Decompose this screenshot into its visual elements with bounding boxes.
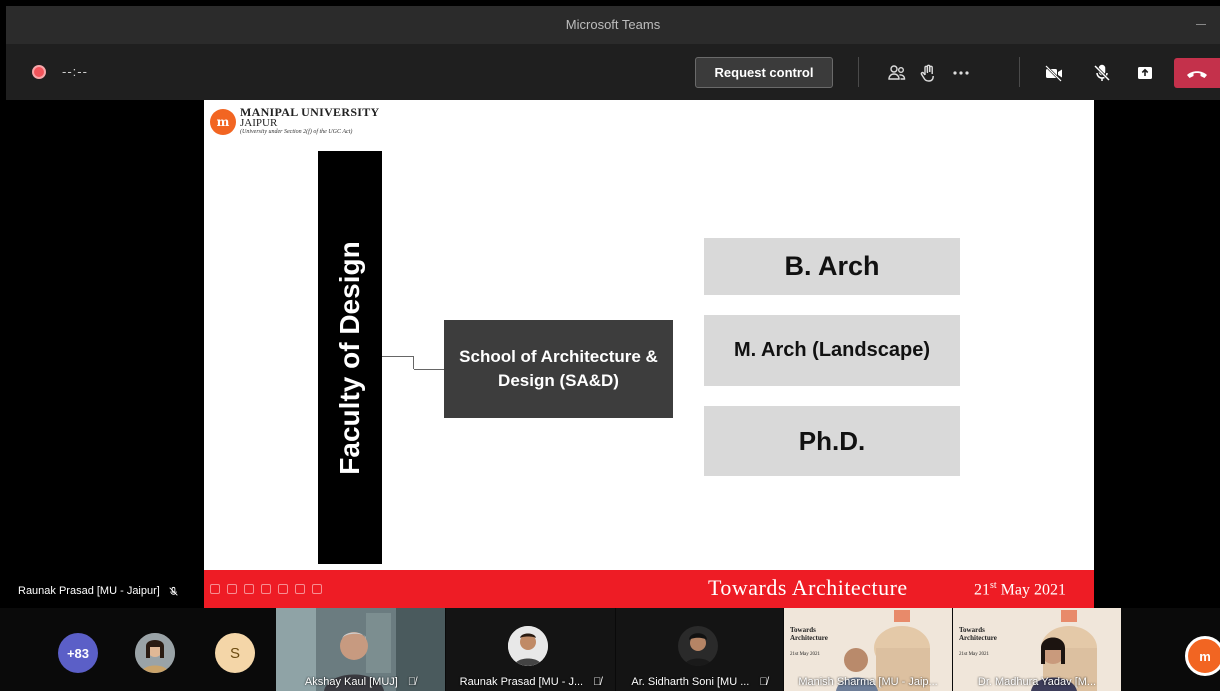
mic-off-icon: 🎙̸ xyxy=(407,676,417,688)
school-label: School of Architecture & Design (SA&D) xyxy=(459,347,658,390)
participant-name: Dr. Madhura Yadav [M... xyxy=(977,676,1097,688)
participant-name: Akshay Kaul [MUJ] 🎙̸ xyxy=(304,676,417,688)
faculty-bar: Faculty of Design xyxy=(318,151,382,564)
poster-date: 21st May 2021 xyxy=(959,652,989,657)
connector-line xyxy=(414,369,444,370)
more-participants-badge[interactable]: +83 xyxy=(58,633,98,673)
mic-off-icon: 🎙̸ xyxy=(759,676,768,688)
prev-slide-icon[interactable] xyxy=(210,584,220,594)
participant-avatar xyxy=(508,626,548,666)
faculty-label: Faculty of Design xyxy=(334,240,365,475)
participant-tile[interactable]: Ar. Sidharth Soni [MU ... 🎙̸ xyxy=(616,608,783,691)
program-box-march: M. Arch (Landscape) xyxy=(704,315,960,386)
participant-avatar-logo[interactable]: m xyxy=(1185,636,1220,676)
participant-tile[interactable]: Towards Architecture 21st May 2021 Manis… xyxy=(784,608,952,691)
participant-avatar[interactable] xyxy=(135,633,175,673)
footer-date-rest: May 2021 xyxy=(996,581,1066,599)
participant-tile[interactable]: Akshay Kaul [MUJ] 🎙̸ xyxy=(276,608,445,691)
zoom-icon[interactable] xyxy=(278,584,288,594)
poster-text: Towards Architecture xyxy=(959,626,997,642)
university-logo: m MANIPAL UNIVERSITY JAIPUR (University … xyxy=(210,104,380,138)
recording-icon xyxy=(32,65,46,79)
footer-date-day: 21 xyxy=(974,581,990,599)
hangup-button[interactable] xyxy=(1174,58,1220,88)
footer-date-suffix: st xyxy=(990,580,997,591)
meeting-controls: --:-- Request control xyxy=(6,44,1220,100)
connector-line xyxy=(382,356,414,369)
menu-icon[interactable] xyxy=(312,584,322,594)
university-emblem-icon: m xyxy=(210,109,236,135)
request-control-button[interactable]: Request control xyxy=(695,57,833,88)
shared-slide: m MANIPAL UNIVERSITY JAIPUR (University … xyxy=(204,100,1094,608)
hangup-icon xyxy=(1187,71,1207,78)
mic-off-icon: 🎙̸ xyxy=(593,676,602,688)
minimize-icon[interactable] xyxy=(1196,24,1206,25)
participant-tile[interactable]: Raunak Prasad [MU - J... 🎙̸ xyxy=(446,608,615,691)
title-bar: Microsoft Teams xyxy=(6,6,1220,44)
logo-line-2: JAIPUR xyxy=(240,117,278,129)
program-box-barch: B. Arch xyxy=(704,238,960,295)
poster-text: Towards Architecture xyxy=(790,626,828,642)
presenter-name-label: Raunak Prasad [MU - Jaipur] xyxy=(18,585,179,597)
participant-name: Ar. Sidharth Soni [MU ... 🎙̸ xyxy=(631,676,768,688)
mic-off-icon xyxy=(169,586,178,596)
participant-avatar xyxy=(678,626,718,666)
next-slide-icon[interactable] xyxy=(227,584,237,594)
program-box-phd: Ph.D. xyxy=(704,406,960,476)
presenter-name: Raunak Prasad [MU - Jaipur] xyxy=(18,585,160,597)
school-box: School of Architecture & Design (SA&D) xyxy=(444,320,673,418)
participant-avatar-initial[interactable]: S xyxy=(215,633,255,673)
slide-toolbar[interactable] xyxy=(210,584,322,594)
participants-icon[interactable] xyxy=(882,58,912,88)
reactions-icon[interactable] xyxy=(914,58,944,88)
footer-title: Towards Architecture xyxy=(708,575,908,600)
logo-line-3: (University under Section 2(f) of the UG… xyxy=(240,129,353,135)
divider xyxy=(858,57,859,87)
poster-date: 21st May 2021 xyxy=(790,652,820,657)
camera-off-icon[interactable] xyxy=(1039,58,1069,88)
pen-icon[interactable] xyxy=(244,584,254,594)
share-icon[interactable] xyxy=(1130,58,1160,88)
subtitles-icon[interactable] xyxy=(295,584,305,594)
slide-footer: Towards Architecture 21st May 2021 xyxy=(204,570,1094,608)
footer-date: 21st May 2021 xyxy=(974,580,1066,599)
participant-name: Manish Sharma [MU - Jaip... xyxy=(798,676,938,688)
more-icon[interactable] xyxy=(946,58,976,88)
participant-tile[interactable]: Towards Architecture 21st May 2021 Dr. M… xyxy=(953,608,1121,691)
meeting-timer: --:-- xyxy=(62,64,88,79)
slides-icon[interactable] xyxy=(261,584,271,594)
window-title: Microsoft Teams xyxy=(565,17,661,32)
mic-off-icon[interactable] xyxy=(1087,58,1117,88)
divider xyxy=(1019,57,1020,87)
participant-name: Raunak Prasad [MU - J... 🎙̸ xyxy=(459,676,602,688)
